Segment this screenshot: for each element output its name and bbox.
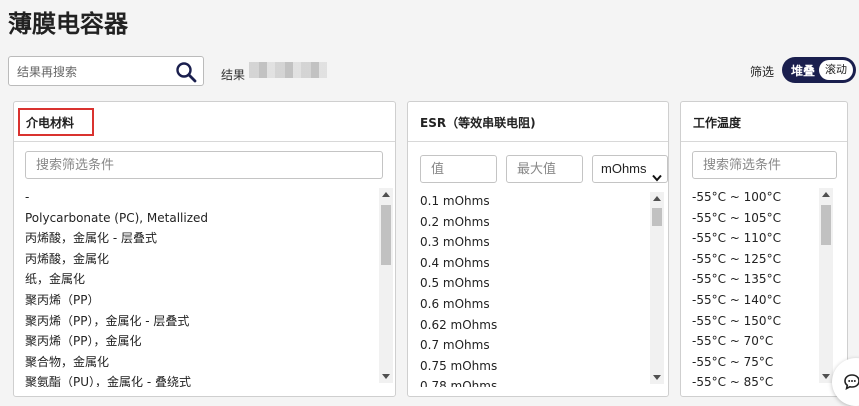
list-item[interactable]: 0.75 mOhms xyxy=(420,356,648,377)
list-item[interactable]: 聚丙烯（PP），金属化 xyxy=(25,331,377,352)
list-item[interactable]: -55°C ~ 150°C xyxy=(692,311,816,332)
toggle-option-stacked[interactable]: 堆叠 xyxy=(791,62,815,79)
scrollbar-thumb[interactable] xyxy=(652,208,662,226)
scrollbar[interactable] xyxy=(650,192,664,384)
scroll-down-arrow-icon[interactable] xyxy=(379,369,393,383)
list-item[interactable]: -55°C ~ 75°C xyxy=(692,352,816,373)
list-item[interactable]: 0.78 mOhms xyxy=(420,376,648,387)
list-item[interactable]: -55°C ~ 135°C xyxy=(692,269,816,290)
list-item[interactable]: Polycarbonate (PC), Metallized xyxy=(25,208,377,229)
scrollbar[interactable] xyxy=(379,188,393,383)
list-item[interactable]: 0.3 mOhms xyxy=(420,232,648,253)
filter-view-label: 筛选 xyxy=(750,65,775,79)
dielectric-filter-input[interactable] xyxy=(25,151,383,179)
list-item[interactable]: 0.62 mOhms xyxy=(420,315,648,336)
panel-title-dielectric: 介电材料 xyxy=(26,116,75,130)
list-item[interactable]: - xyxy=(25,187,377,208)
scrollbar-thumb[interactable] xyxy=(821,205,831,245)
list-item[interactable]: 丙烯酸，金属化 - 层叠式 xyxy=(25,228,377,249)
list-item[interactable]: 丙烯酸，金属化 xyxy=(25,249,377,270)
chat-icon xyxy=(844,374,859,390)
results-search-input[interactable] xyxy=(17,63,167,81)
panel-header: 介电材料 xyxy=(14,102,395,142)
list-item[interactable]: 0.2 mOhms xyxy=(420,212,648,233)
results-count-label: 结果 xyxy=(221,68,246,82)
list-item[interactable]: 0.4 mOhms xyxy=(420,253,648,274)
scroll-up-arrow-icon[interactable] xyxy=(650,192,664,206)
filter-panel-dielectric: 介电材料 - Polycarbonate (PC), Metallized 丙烯… xyxy=(13,101,396,397)
results-search-box[interactable] xyxy=(8,56,204,86)
list-item[interactable]: -55°C ~ 105°C xyxy=(692,208,816,229)
esr-options-list[interactable]: 0.1 mOhms 0.2 mOhms 0.3 mOhms 0.4 mOhms … xyxy=(420,191,648,387)
view-mode-toggle[interactable]: 堆叠 滚动 xyxy=(782,57,856,83)
panel-title-esr: ESR（等效串联电阻) xyxy=(420,116,536,130)
scroll-down-arrow-icon[interactable] xyxy=(819,369,833,383)
scroll-down-arrow-icon[interactable] xyxy=(650,370,664,384)
scroll-up-arrow-icon[interactable] xyxy=(819,188,833,202)
list-item[interactable]: 聚氨酯（PU），金属化 - 叠绕式 xyxy=(25,372,377,387)
page-title: 薄膜电容器 xyxy=(8,10,128,38)
list-item[interactable]: 纸，金属化 xyxy=(25,269,377,290)
toggle-option-scroll[interactable]: 滚动 xyxy=(819,60,853,80)
panel-title-temperature: 工作温度 xyxy=(693,116,742,130)
list-item[interactable]: 聚丙烯（PP），金属化 - 层叠式 xyxy=(25,311,377,332)
panel-header: 工作温度 xyxy=(681,102,847,142)
list-item[interactable]: 0.5 mOhms xyxy=(420,273,648,294)
results-count-redacted xyxy=(249,62,327,78)
list-item[interactable]: 聚合物，金属化 xyxy=(25,352,377,373)
list-item[interactable]: -55°C ~ 85°C xyxy=(692,372,816,387)
list-item[interactable]: -55°C ~ 140°C xyxy=(692,290,816,311)
dielectric-options-list[interactable]: - Polycarbonate (PC), Metallized 丙烯酸，金属化… xyxy=(25,187,377,387)
list-item[interactable]: 0.6 mOhms xyxy=(420,294,648,315)
scroll-up-arrow-icon[interactable] xyxy=(379,188,393,202)
esr-unit-select[interactable]: mOhms xyxy=(592,155,668,183)
scrollbar[interactable] xyxy=(819,188,833,383)
panel-header: ESR（等效串联电阻) xyxy=(408,102,668,142)
esr-min-input[interactable] xyxy=(420,155,497,183)
list-item[interactable]: 聚丙烯（PP） xyxy=(25,290,377,311)
list-item[interactable]: 0.1 mOhms xyxy=(420,191,648,212)
scrollbar-thumb[interactable] xyxy=(381,205,391,265)
esr-unit-value: mOhms xyxy=(601,161,647,176)
chevron-down-icon xyxy=(652,165,662,182)
list-item[interactable]: 0.7 mOhms xyxy=(420,335,648,356)
list-item[interactable]: -55°C ~ 70°C xyxy=(692,331,816,352)
list-item[interactable]: -55°C ~ 100°C xyxy=(692,187,816,208)
list-item[interactable]: -55°C ~ 125°C xyxy=(692,249,816,270)
filter-panel-temperature: 工作温度 -55°C ~ 100°C -55°C ~ 105°C -55°C ~… xyxy=(680,101,848,397)
temperature-filter-input[interactable] xyxy=(692,151,837,179)
filter-panel-esr: ESR（等效串联电阻) mOhms 0.1 mOhms 0.2 mOhms 0.… xyxy=(407,101,669,397)
search-icon[interactable] xyxy=(175,61,197,83)
esr-max-input[interactable] xyxy=(506,155,583,183)
temperature-options-list[interactable]: -55°C ~ 100°C -55°C ~ 105°C -55°C ~ 110°… xyxy=(692,187,816,387)
list-item[interactable]: -55°C ~ 110°C xyxy=(692,228,816,249)
